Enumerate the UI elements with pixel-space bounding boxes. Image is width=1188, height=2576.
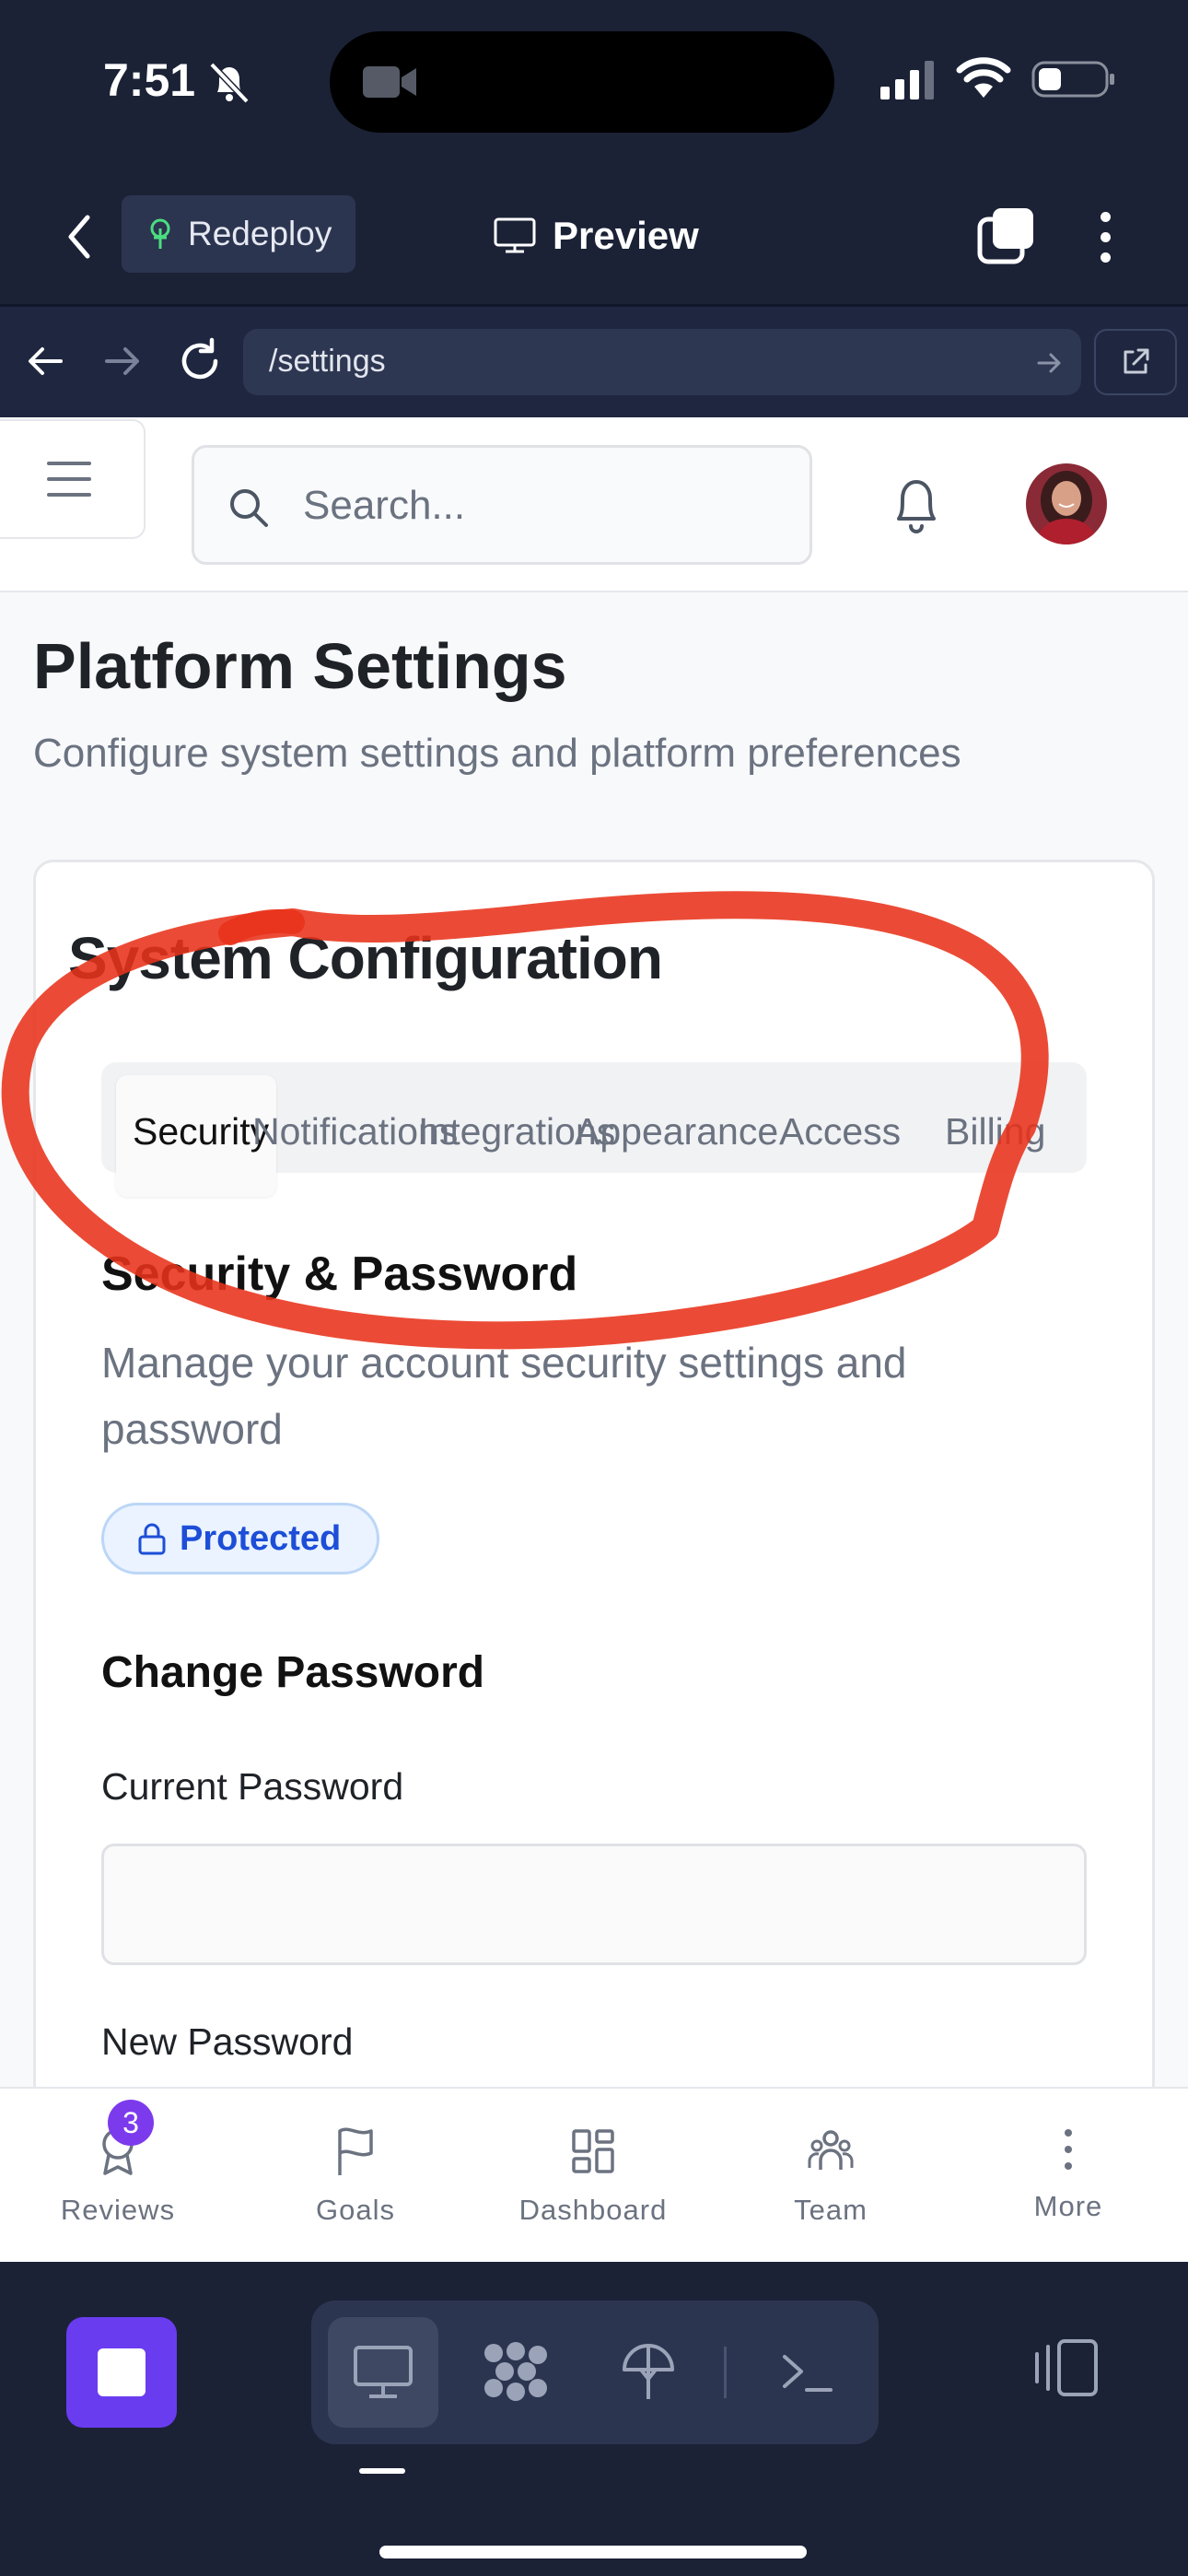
search-input[interactable] — [303, 474, 782, 538]
preview-label: Preview — [553, 214, 699, 257]
stop-icon — [98, 2348, 146, 2396]
panel-toggle-icon[interactable] — [1031, 2336, 1101, 2400]
terminal-icon — [783, 2355, 833, 2392]
team-icon — [808, 2130, 854, 2170]
tab-access[interactable]: Access — [779, 1110, 901, 1153]
preview-tool-button[interactable] — [328, 2317, 438, 2428]
status-bar: 7:51 — [0, 0, 1188, 166]
more-options-icon[interactable] — [1087, 205, 1124, 269]
open-external-button[interactable] — [1094, 329, 1177, 395]
page-subtitle: Configure system settings and platform p… — [33, 731, 961, 776]
new-password-label: New Password — [101, 2020, 354, 2063]
flag-icon — [338, 2127, 373, 2175]
bottom-navigation: Reviews 3 Goals Dashboard Team More — [0, 2087, 1188, 2262]
go-arrow-icon[interactable] — [1035, 349, 1063, 377]
nav-item-goals[interactable]: Goals — [263, 2125, 448, 2227]
more-vertical-icon — [1065, 2129, 1072, 2170]
hamburger-icon — [47, 462, 91, 497]
nav-label-more: More — [1033, 2190, 1103, 2222]
video-camera-icon — [363, 66, 416, 98]
deploy-tree-icon — [150, 218, 170, 249]
deploy-umbrella-icon — [623, 2344, 674, 2399]
tab-billing[interactable]: Billing — [945, 1110, 1045, 1153]
avatar-image — [1026, 463, 1107, 544]
nav-label-goals: Goals — [316, 2194, 395, 2226]
arrow-left-icon[interactable] — [24, 340, 66, 382]
card-title: System Configuration — [68, 925, 663, 991]
active-dock-indicator — [359, 2468, 405, 2474]
agent-swirl-icon — [484, 2342, 547, 2401]
chevron-left-icon — [68, 215, 90, 259]
monitor-icon — [354, 2346, 413, 2398]
tab-appearance[interactable]: Appearance — [575, 1110, 778, 1153]
search-icon — [230, 489, 268, 527]
nav-item-team[interactable]: Team — [739, 2125, 923, 2227]
preview-title: Preview — [494, 208, 699, 263]
wifi-icon — [956, 57, 1011, 98]
section-title: Security & Password — [101, 1247, 578, 1301]
lock-icon — [138, 1523, 166, 1555]
reload-icon[interactable] — [175, 336, 225, 386]
redeploy-label: Redeploy — [188, 215, 332, 252]
dock-tool-group — [311, 2301, 879, 2444]
browser-bar: /settings — [0, 307, 1188, 417]
hamburger-menu-button[interactable] — [0, 419, 146, 539]
status-time: 7:51 — [103, 54, 196, 106]
current-password-label: Current Password — [101, 1765, 404, 1808]
cellular-signal-icon — [880, 61, 934, 100]
monitor-icon — [494, 217, 536, 253]
external-link-icon — [1124, 348, 1149, 374]
settings-tabs: Security Notifications Integrations Appe… — [101, 1062, 1087, 1197]
user-avatar[interactable] — [1026, 463, 1107, 544]
nav-label-team: Team — [794, 2194, 868, 2226]
url-bar[interactable]: /settings — [243, 329, 1081, 395]
nav-item-dashboard[interactable]: Dashboard — [501, 2125, 685, 2227]
deploy-tool-button[interactable] — [593, 2317, 704, 2428]
arrow-right-icon[interactable] — [101, 340, 144, 382]
app-toolbar: Redeploy Preview — [0, 166, 1188, 306]
console-tool-button[interactable] — [751, 2317, 862, 2428]
stop-button[interactable] — [66, 2317, 177, 2428]
web-content: Platform Settings Configure system setti… — [0, 417, 1188, 2087]
bell-slash-icon — [209, 62, 250, 103]
agent-tool-button[interactable] — [460, 2317, 571, 2428]
tabs-switcher-icon[interactable] — [976, 205, 1037, 265]
subsection-title: Change Password — [101, 1648, 485, 1697]
search-box[interactable] — [192, 445, 812, 565]
dock-separator — [724, 2347, 727, 2398]
back-button[interactable] — [53, 205, 105, 269]
url-text: /settings — [269, 344, 386, 379]
home-indicator — [379, 2546, 807, 2558]
reviews-count-badge: 3 — [108, 2100, 154, 2146]
site-header — [0, 417, 1188, 592]
battery-icon — [1031, 61, 1114, 98]
bottom-dock — [0, 2262, 1188, 2576]
badge-label: Protected — [180, 1518, 342, 1558]
tab-security[interactable]: Security — [133, 1110, 269, 1153]
redeploy-button[interactable]: Redeploy — [122, 195, 355, 273]
notification-bell-icon[interactable] — [888, 473, 945, 537]
dashboard-icon — [572, 2129, 614, 2173]
nav-item-more[interactable]: More — [976, 2125, 1160, 2223]
nav-label-dashboard: Dashboard — [518, 2194, 668, 2226]
nav-label-reviews: Reviews — [60, 2194, 176, 2226]
page-title: Platform Settings — [33, 630, 567, 702]
current-password-field[interactable] — [101, 1844, 1087, 1965]
section-description: Manage your account security settings an… — [101, 1339, 907, 1453]
status-badge: Protected — [101, 1503, 379, 1575]
